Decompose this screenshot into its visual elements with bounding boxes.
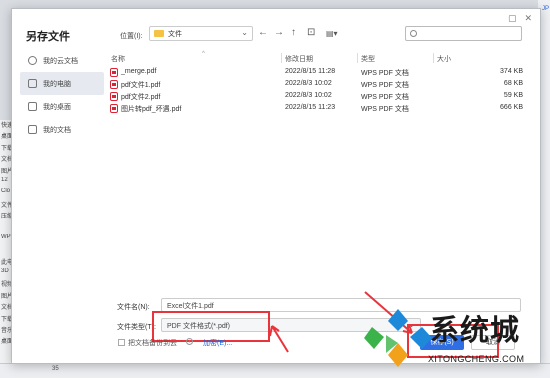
file-row[interactable]: pdf文件1.pdf 2022/8/3 10:02 WPS PDF 文档 68 …: [108, 79, 523, 91]
encrypt-link[interactable]: 加密(E)...: [203, 338, 232, 348]
background-cell-label: 35: [52, 366, 59, 372]
background-strip-item: 快速: [1, 123, 11, 129]
sidebar-item-label: 我的电脑: [43, 80, 71, 88]
background-strip-item: 文件: [1, 202, 11, 209]
sidebar-item-label: 我的桌面: [43, 103, 71, 111]
desktop-icon: [28, 102, 37, 111]
background-right-tag: JP: [541, 6, 549, 12]
pdf-file-icon: [110, 92, 118, 101]
watermark-subtitle: XITONGCHENG.COM: [428, 354, 525, 364]
maximize-icon[interactable]: ▢: [508, 13, 517, 24]
file-type: WPS PDF 文档: [361, 106, 409, 113]
file-size: 59 KB: [503, 92, 523, 99]
file-size: 374 KB: [500, 68, 523, 75]
sidebar-item-documents[interactable]: 我的文档: [20, 118, 104, 141]
file-modified: 2022/8/15 11:23: [285, 104, 336, 111]
sidebar-item-computer[interactable]: 我的电脑: [20, 72, 104, 95]
file-type: WPS PDF 文档: [361, 70, 409, 77]
background-strip-item: 压缩: [1, 214, 11, 221]
column-header-name[interactable]: 名称: [111, 54, 125, 64]
window-controls: ▢ ✕: [508, 13, 532, 24]
forward-button[interactable]: →: [274, 27, 284, 38]
background-strip-item: 视频: [1, 282, 11, 289]
file-size: 666 KB: [500, 104, 523, 111]
new-folder-button[interactable]: ⊡: [307, 27, 315, 38]
background-strip-item: 12: [1, 176, 8, 183]
file-name: 图片转pdf_坏遇.pdf: [121, 106, 182, 113]
column-divider: [433, 53, 434, 63]
pdf-file-icon: [110, 68, 118, 77]
backup-label: 把文档备份到云: [128, 340, 177, 347]
background-strip-item: [0, 245, 11, 256]
search-icon: [410, 30, 417, 37]
background-strip-item: 文档: [1, 305, 11, 312]
backup-checkbox[interactable]: [118, 339, 125, 346]
dialog-title: 另存文件: [26, 31, 70, 43]
sidebar: 我的云文档 我的电脑 我的桌面 我的文档: [20, 49, 104, 141]
file-type: WPS PDF 文档: [361, 82, 409, 89]
up-folder-button[interactable]: ↑: [291, 27, 296, 38]
file-row[interactable]: pdf文件2.pdf 2022/8/3 10:02 WPS PDF 文档 59 …: [108, 91, 523, 103]
background-strip-item: WPS: [1, 233, 11, 240]
background-strip-item: 图片: [1, 293, 11, 300]
file-name: _merge.pdf: [121, 68, 157, 75]
column-header-size[interactable]: 大小: [437, 54, 451, 64]
pdf-file-icon: [110, 104, 118, 113]
file-modified: 2022/8/15 11:28: [285, 68, 336, 75]
pdf-file-icon: [110, 80, 118, 89]
file-name: pdf文件1.pdf: [121, 82, 161, 89]
file-type: WPS PDF 文档: [361, 94, 409, 101]
sidebar-item-label: 我的云文档: [43, 57, 78, 65]
background-strip-item: [0, 223, 11, 234]
document-icon: [28, 125, 37, 134]
sidebar-item-cloud[interactable]: 我的云文档: [20, 49, 104, 72]
background-strip-item: 桌面: [1, 134, 11, 141]
location-value: 文件: [168, 30, 182, 38]
search-input[interactable]: [405, 26, 522, 41]
watermark-title: 系统城: [430, 313, 521, 347]
close-icon[interactable]: ✕: [524, 13, 532, 24]
file-size: 68 KB: [503, 80, 523, 87]
location-label: 位置(I):: [120, 33, 143, 40]
chevron-down-icon: ⌄: [241, 28, 248, 37]
background-strip-item: Clo: [1, 188, 11, 195]
file-name: pdf文件2.pdf: [121, 94, 161, 101]
watermark-logo-icon: [364, 309, 432, 367]
background-strip-item: 桌面: [1, 339, 11, 346]
sidebar-item-label: 我的文档: [43, 126, 71, 134]
background-strip-item: 下载: [1, 316, 11, 323]
column-divider: [357, 53, 358, 63]
file-modified: 2022/8/3 10:02: [285, 92, 332, 99]
filename-value: Excel文件1.pdf: [167, 303, 214, 310]
background-strip-item: 图片: [1, 168, 11, 175]
file-row[interactable]: _merge.pdf 2022/8/15 11:28 WPS PDF 文档 37…: [108, 67, 523, 79]
back-button[interactable]: ←: [258, 27, 268, 38]
site-watermark: 系统城 XITONGCHENG.COM: [362, 305, 547, 375]
column-header-modified[interactable]: 修改日期: [285, 54, 313, 64]
cloud-icon: [28, 56, 37, 65]
column-divider: [281, 53, 282, 63]
filename-label: 文件名(N):: [117, 304, 150, 311]
background-strip-item: 文档: [1, 157, 11, 164]
sort-up-icon: ^: [202, 51, 205, 57]
sidebar-item-desktop[interactable]: 我的桌面: [20, 95, 104, 118]
location-dropdown[interactable]: 文件 ⌄: [149, 26, 253, 41]
filetype-label: 文件类型(T):: [117, 324, 156, 331]
background-strip-item: 3D: [1, 268, 9, 275]
computer-icon: [28, 79, 37, 88]
info-icon[interactable]: i: [186, 338, 193, 345]
file-row[interactable]: 图片转pdf_坏遇.pdf 2022/8/15 11:23 WPS PDF 文档…: [108, 103, 523, 115]
background-strip-item: 此电: [1, 259, 11, 266]
view-mode-button[interactable]: ▤▾: [326, 29, 338, 38]
folder-icon: [154, 30, 164, 37]
file-modified: 2022/8/3 10:02: [285, 80, 332, 87]
background-strip-item: 下载: [1, 145, 11, 152]
background-strip-item: 音乐: [1, 328, 11, 335]
column-header-type[interactable]: 类型: [361, 54, 375, 64]
